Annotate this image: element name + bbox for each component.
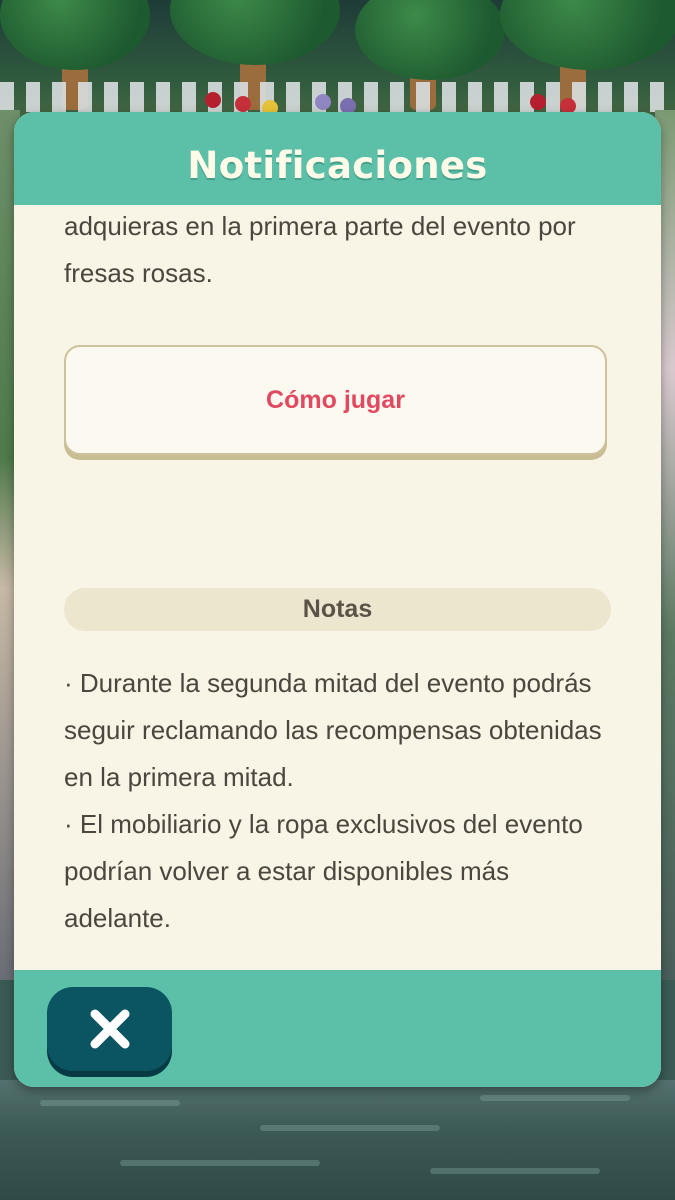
- text-line: · El mobiliario y la ropa exclusivos del…: [64, 809, 583, 839]
- intro-text: adquieras en la primera parte del evento…: [64, 205, 624, 297]
- text-line: en la primera mitad.: [64, 762, 294, 792]
- text-line: fresas rosas.: [64, 258, 213, 288]
- flower: [235, 96, 251, 112]
- text-line: adelante.: [64, 903, 171, 933]
- water: [0, 1080, 675, 1200]
- text-line: adquieras en la primera parte del evento…: [64, 211, 576, 241]
- flower: [205, 92, 221, 108]
- close-button[interactable]: [47, 987, 172, 1071]
- flower: [315, 94, 331, 110]
- text-line: podrían volver a estar disponibles más: [64, 856, 510, 886]
- flower: [530, 94, 546, 110]
- notification-body[interactable]: adquieras en la primera parte del evento…: [14, 205, 661, 970]
- dialog-header: Notificaciones: [14, 112, 661, 205]
- dialog-title: Notificaciones: [187, 144, 488, 187]
- notes-text: · Durante la segunda mitad del evento po…: [64, 660, 624, 942]
- how-to-play-button[interactable]: Cómo jugar: [64, 345, 607, 455]
- notes-title: Notas: [302, 595, 373, 623]
- text-line: · Durante la segunda mitad del evento po…: [64, 668, 592, 698]
- notifications-dialog: Notificaciones adquieras en la primera p…: [14, 112, 661, 1087]
- dialog-footer: [14, 970, 661, 1087]
- close-icon: [90, 1009, 129, 1049]
- text-line: seguir reclamando las recompensas obteni…: [64, 715, 602, 745]
- notes-heading: Notas: [64, 588, 611, 631]
- how-to-play-label: Cómo jugar: [266, 385, 405, 414]
